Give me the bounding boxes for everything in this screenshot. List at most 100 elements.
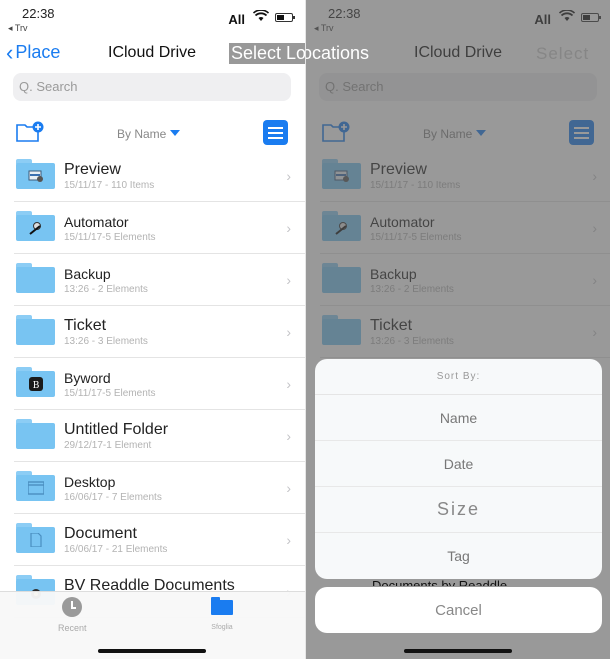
home-indicator[interactable] <box>98 649 206 653</box>
folder-meta: 13:26 - 2 Elements <box>370 284 454 295</box>
folder-icon <box>16 419 55 449</box>
folder-meta: 15/11/17-5 Elements <box>64 388 156 399</box>
cancel-button[interactable]: Cancel <box>315 587 602 633</box>
tab-browse[interactable]: Sfoglia <box>211 597 233 631</box>
folder-icon <box>16 211 55 241</box>
screenshot-stage: 22:38 ◂ Trv All ‹ Place ICloud Drive Sel… <box>0 0 610 659</box>
folder-name: Untitled Folder <box>64 421 169 438</box>
chevron-right-icon: › <box>286 272 291 288</box>
folder-name: Ticket <box>370 317 413 334</box>
chevron-right-icon: › <box>286 324 291 340</box>
select-locations-label-fragment: ocations <box>305 43 370 63</box>
folder-meta: 16/06/17 - 7 Elements <box>64 492 162 503</box>
home-indicator[interactable] <box>404 649 512 653</box>
chevron-right-icon: › <box>286 532 291 548</box>
sort-label: By Name <box>117 127 167 141</box>
chevron-left-icon: ‹ <box>6 39 14 65</box>
folder-meta: 29/12/17-1 Element <box>64 440 152 451</box>
folder-name: Ticket <box>64 317 107 334</box>
files-app-sort-sheet-screen: 22:38 ◂ Trv All ICloud Drive Select Q. S… <box>305 0 610 659</box>
folder-icon <box>211 597 233 615</box>
document-icon <box>30 533 42 547</box>
folder-name: Preview <box>64 161 121 178</box>
folder-row-automator[interactable]: Automator 15/11/17-5 Elements › <box>306 202 610 254</box>
folder-row-ticket[interactable]: Ticket 13:26 - 3 Elements › <box>306 306 610 358</box>
back-to-app-link[interactable]: ◂ Trv <box>8 23 28 34</box>
chevron-right-icon: › <box>592 324 597 340</box>
folder-name: Desktop <box>64 474 116 490</box>
sort-action-sheet: Sort By: Name Date Size Tag <box>315 359 602 579</box>
sort-option-date[interactable]: Date <box>315 441 602 487</box>
files-app-screen: 22:38 ◂ Trv All ‹ Place ICloud Drive Sel… <box>0 0 305 659</box>
list-icon-line <box>574 136 589 139</box>
chevron-right-icon: › <box>286 376 291 392</box>
chevron-right-icon: › <box>286 428 291 444</box>
folder-row-untitled-folder[interactable]: Untitled Folder 29/12/17-1 Element › <box>0 410 305 462</box>
folder-icon <box>16 159 55 189</box>
new-folder-icon[interactable] <box>322 121 350 143</box>
folder-meta: 13:26 - 2 Elements <box>64 284 148 295</box>
folder-icon <box>16 315 55 345</box>
folder-name: Preview <box>370 161 427 178</box>
back-button[interactable]: ‹ Place <box>6 39 60 65</box>
preview-app-icon <box>334 170 349 182</box>
list-icon-line <box>268 136 283 139</box>
list-view-button[interactable] <box>263 120 288 145</box>
cellular-signal: All <box>534 12 551 27</box>
clock-icon <box>62 597 83 617</box>
folder-row-preview[interactable]: Preview 15/11/17 - 110 Items › <box>0 150 305 202</box>
list-icon <box>574 126 589 129</box>
sort-by-button[interactable]: By Name <box>117 127 181 141</box>
caret-down-icon <box>476 130 487 136</box>
folder-name-behind-sheet: Documents by Readdle <box>372 578 508 586</box>
folder-row-preview[interactable]: Preview 15/11/17 - 110 Items › <box>306 150 610 202</box>
sort-option-tag[interactable]: Tag <box>315 533 602 579</box>
page-title: ICloud Drive <box>414 44 503 61</box>
select-button[interactable]: Select <box>536 44 589 64</box>
tab-label: Recent <box>58 623 87 633</box>
folder-row-backup[interactable]: Backup 13:26 - 2 Elements › <box>306 254 610 306</box>
folder-row-byword[interactable]: B Byword 15/11/17-5 Elements › <box>0 358 305 410</box>
sort-option-name[interactable]: Name <box>315 395 602 441</box>
folder-list: Preview 15/11/17 - 110 Items › Automator… <box>306 150 610 358</box>
select-button[interactable]: Select Locations <box>229 43 305 64</box>
preview-app-icon <box>28 170 43 182</box>
search-input[interactable]: Q. Search <box>13 73 291 101</box>
list-icon-line <box>268 131 283 134</box>
svg-text:B: B <box>33 381 40 391</box>
back-to-app-link[interactable]: ◂ Trv <box>314 23 334 34</box>
chevron-right-icon: › <box>592 272 597 288</box>
new-folder-icon[interactable] <box>16 121 44 143</box>
folder-row-backup[interactable]: Backup 13:26 - 2 Elements › <box>0 254 305 306</box>
folder-icon <box>322 315 361 345</box>
sort-label: By Name <box>423 127 473 141</box>
navigation-bar: ‹ Place ICloud Drive Select Locations <box>0 40 305 68</box>
folder-row-desktop[interactable]: Desktop 16/06/17 - 7 Elements › <box>0 462 305 514</box>
folder-meta: 13:26 - 3 Elements <box>370 336 454 347</box>
folder-name: Byword <box>64 370 111 386</box>
automator-app-icon <box>29 222 41 235</box>
tab-label: Sfoglia <box>211 624 233 631</box>
sort-option-size[interactable]: Size <box>315 487 602 533</box>
wifi-icon <box>559 10 575 21</box>
chevron-right-icon: › <box>286 220 291 236</box>
list-view-button[interactable] <box>569 120 594 145</box>
folder-row-document[interactable]: Document 16/06/17 - 21 Elements › <box>0 514 305 566</box>
folder-icon <box>16 471 55 501</box>
folder-row-ticket[interactable]: Ticket 13:26 - 3 Elements › <box>0 306 305 358</box>
tab-recent[interactable]: Recent <box>58 597 87 633</box>
caret-down-icon <box>170 130 181 136</box>
folder-name: Document <box>64 525 137 542</box>
folder-icon <box>322 263 361 293</box>
folder-icon <box>16 523 55 553</box>
status-time: 22:38 <box>22 6 55 21</box>
folder-meta: 16/06/17 - 21 Elements <box>64 544 168 555</box>
folder-icon <box>322 159 361 189</box>
search-input[interactable]: Q. Search <box>319 73 597 101</box>
folder-name: Backup <box>370 266 417 282</box>
folder-row-automator[interactable]: Automator 15/11/17-5 Elements › <box>0 202 305 254</box>
chevron-right-icon: › <box>286 480 291 496</box>
folder-name: Backup <box>64 266 111 282</box>
status-bar: 22:38 ◂ Trv All <box>306 0 610 36</box>
sort-by-button[interactable]: By Name <box>423 127 487 141</box>
